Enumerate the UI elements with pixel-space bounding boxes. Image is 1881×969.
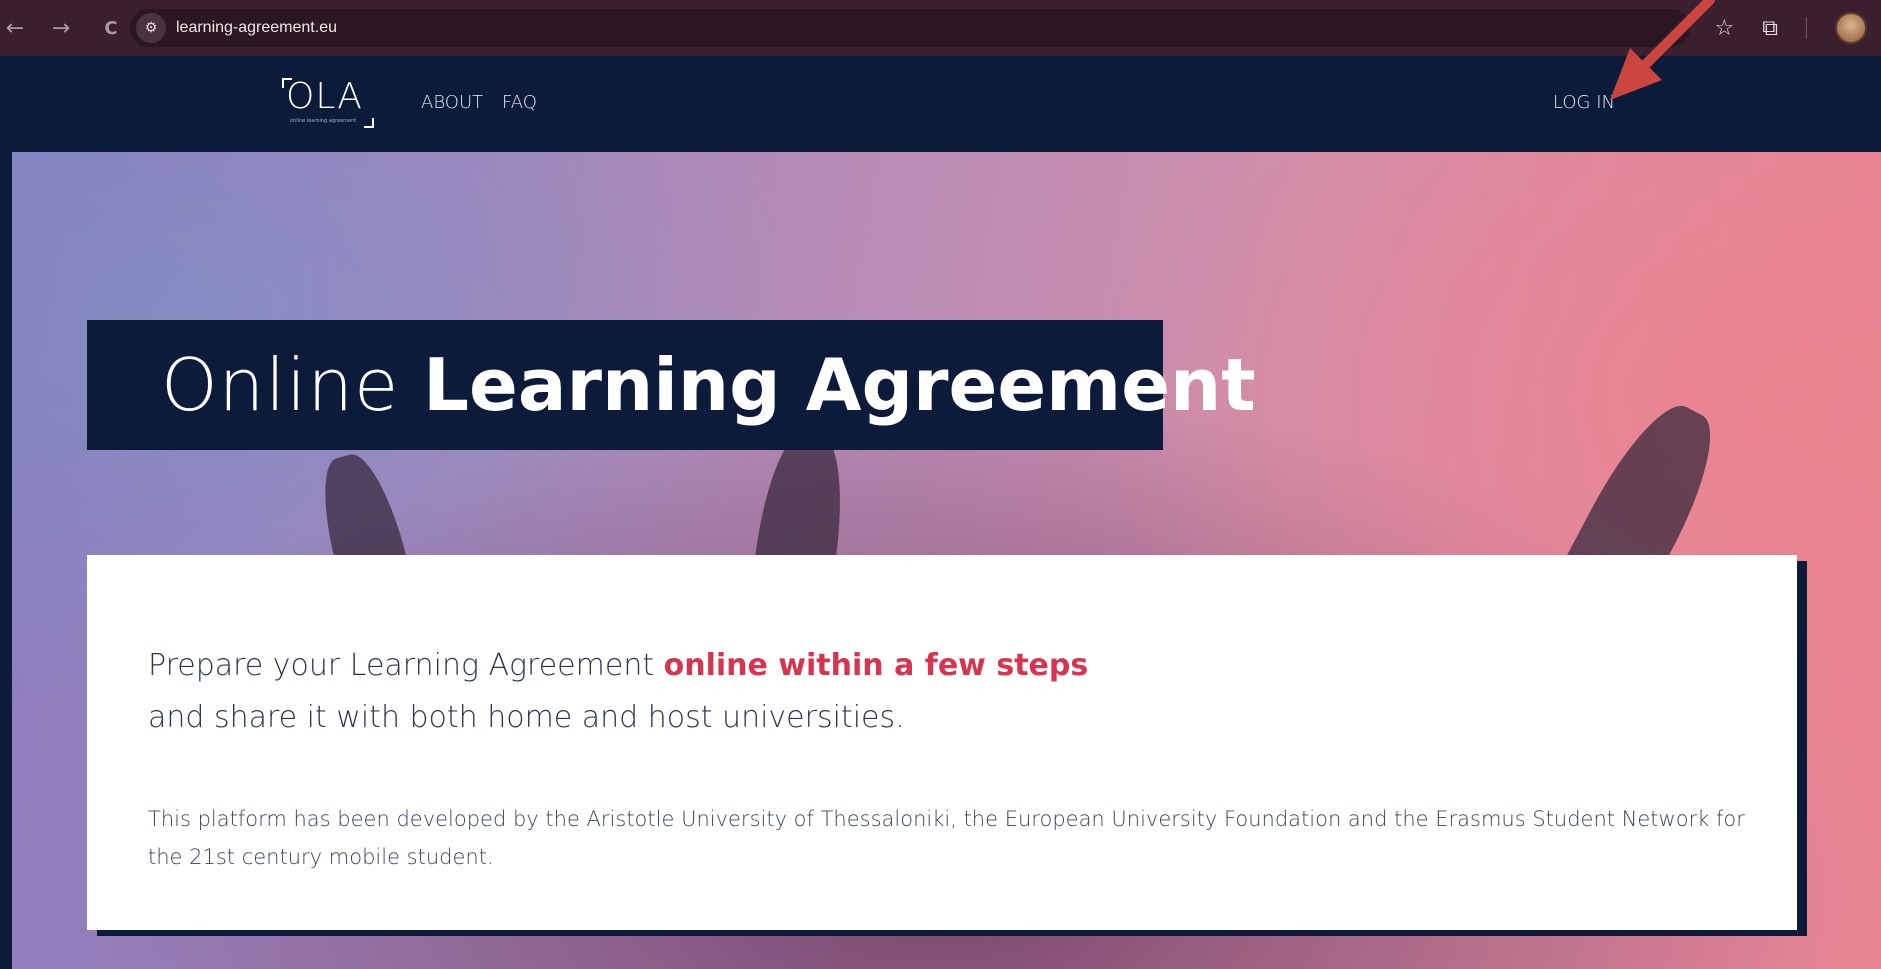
site-info-icon[interactable]: ⚙ (136, 13, 166, 43)
logo-tagline: online learning agreement (290, 118, 357, 124)
logo-bracket-bottom-right (364, 118, 374, 128)
intro-card: Prepare your Learning Agreement online w… (87, 555, 1797, 930)
intro-lead-accent: online within a few steps (663, 648, 1089, 683)
annotation-arrow-icon (1610, 0, 1715, 100)
nav-about-link[interactable]: ABOUT (421, 92, 483, 113)
intro-lead-part2: and share it with both home and host uni… (148, 700, 905, 735)
forward-icon[interactable]: → (46, 16, 76, 41)
hero-title: Online Learning Agreement (161, 343, 1256, 427)
intro-description: This platform has been developed by the … (148, 807, 1745, 869)
site-header: OLA online learning agreement ABOUT FAQ … (0, 56, 1881, 152)
profile-avatar[interactable] (1835, 12, 1867, 44)
browser-actions: ☆ ⧉ (1715, 0, 1881, 56)
toolbar-divider (1806, 17, 1807, 39)
hero-title-bold: Learning Agreement (423, 343, 1256, 427)
reload-icon[interactable]: C (96, 18, 126, 39)
browser-toolbar: ← → C ⚙ learning-agreement.eu ☆ ⧉ (0, 0, 1881, 56)
address-bar[interactable]: ⚙ learning-agreement.eu (130, 9, 1690, 47)
nav-faq-link[interactable]: FAQ (502, 92, 537, 113)
url-text[interactable]: learning-agreement.eu (176, 19, 337, 37)
intro-lead: Prepare your Learning Agreement online w… (148, 640, 1088, 744)
intro-lead-part1: Prepare your Learning Agreement (148, 648, 664, 683)
hero-title-light: Online (161, 343, 424, 427)
logo-text: OLA (286, 76, 363, 117)
extensions-icon[interactable]: ⧉ (1762, 16, 1778, 41)
hero-title-box: Online Learning Agreement (87, 320, 1256, 450)
back-icon[interactable]: ← (0, 16, 30, 41)
ola-logo[interactable]: OLA online learning agreement (282, 76, 374, 128)
